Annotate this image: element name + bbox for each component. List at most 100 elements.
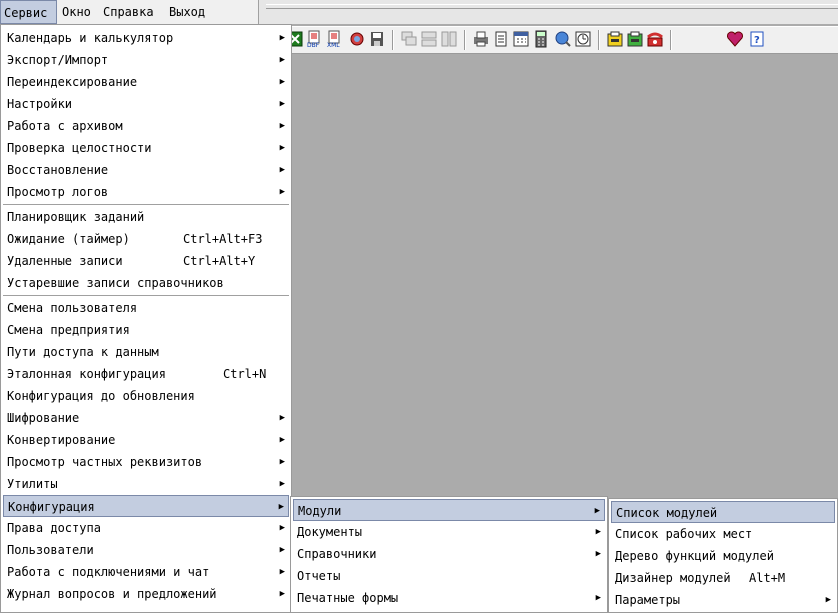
submenu-arrow-icon: ▶ xyxy=(279,121,285,131)
config-menu-item[interactable]: Отчеты xyxy=(293,565,605,587)
config-menu-item[interactable]: Документы ▶ xyxy=(293,521,605,543)
phone-icon[interactable] xyxy=(646,30,664,48)
service-menu-item[interactable]: Пользователи ▶ xyxy=(3,539,289,561)
submenu-arrow-icon: ▶ xyxy=(279,55,285,65)
search-globe-icon[interactable] xyxy=(554,30,572,48)
menu-item-label: Настройки xyxy=(7,97,73,111)
service-menu-item[interactable]: Эталонная конфигурация Ctrl+N xyxy=(3,363,289,385)
svg-text:XML: XML xyxy=(327,42,340,48)
service-menu-item[interactable]: Просмотр частных реквизитов ▶ xyxy=(3,451,289,473)
save-icon[interactable] xyxy=(368,30,386,48)
submenu-arrow-icon: ▶ xyxy=(279,99,285,109)
help-icon[interactable]: ? xyxy=(748,30,766,48)
menu-item-shortcut: Ctrl+Alt+F3 xyxy=(183,232,263,246)
menu-item-label: Конфигурация xyxy=(8,500,95,514)
menu-item-label: Смена предприятия xyxy=(7,323,130,337)
print-icon[interactable] xyxy=(472,30,490,48)
submenu-arrow-icon: ▶ xyxy=(595,527,601,537)
menu-item-label: Модули xyxy=(298,504,342,518)
toolbar-separator xyxy=(598,30,600,50)
service-menu-item[interactable]: Устаревшие записи справочников xyxy=(3,272,289,294)
menu-item-label: Эталонная конфигурация xyxy=(7,367,166,381)
service-menu-item[interactable]: Смена предприятия xyxy=(3,319,289,341)
submenu-arrow-icon: ▶ xyxy=(825,595,831,605)
menu-item-label: Документы xyxy=(297,525,363,539)
globe-icon[interactable] xyxy=(348,30,366,48)
toolbar: DBF XML ? xyxy=(258,26,838,54)
menu-item-label: Пользователи xyxy=(7,543,94,557)
submenu-arrow-icon: ▶ xyxy=(279,187,285,197)
submenu-arrow-icon: ▶ xyxy=(279,413,285,423)
submenu-arrow-icon: ▶ xyxy=(279,567,285,577)
service-menu-item[interactable]: Журнал вопросов и предложений ▶ xyxy=(3,583,289,605)
calendar-icon[interactable] xyxy=(512,30,530,48)
service-menu-item[interactable]: Права доступа ▶ xyxy=(3,517,289,539)
modules-menu-item[interactable]: Параметры ▶ xyxy=(611,589,835,611)
menu-item-label: Переиндексирование xyxy=(7,75,138,89)
modules-submenu: Список модулей Список рабочих мест Дерево … xyxy=(608,498,838,613)
service-menu-item[interactable]: Работа с подключениями и чат ▶ xyxy=(3,561,289,583)
service-menu-item[interactable]: Переиндексирование ▶ xyxy=(3,71,289,93)
menu-item-label: Права доступа xyxy=(7,521,101,535)
menu-item-label: Восстановление xyxy=(7,163,109,177)
menu-item-label: Просмотр логов xyxy=(7,185,109,199)
service-menu-item[interactable]: Работа с архивом ▶ xyxy=(3,115,289,137)
service-menu-item[interactable]: Утилиты ▶ xyxy=(3,473,289,495)
menu-item-label: Печатные формы xyxy=(297,591,399,605)
menu-service[interactable]: Сервис xyxy=(0,0,57,24)
tile-horizontal-icon[interactable] xyxy=(420,30,438,48)
service-menu-item[interactable]: Конфигурация до обновления xyxy=(3,385,289,407)
submenu-arrow-icon: ▶ xyxy=(595,593,601,603)
submenu-arrow-icon: ▶ xyxy=(279,479,285,489)
menu-item-label: Дерево функций модулей xyxy=(615,549,774,563)
service-menu-item[interactable]: Шифрование ▶ xyxy=(3,407,289,429)
service-menu-item[interactable]: Ожидание (таймер) Ctrl+Alt+F3 xyxy=(3,228,289,250)
menu-item-label: Конвертирование xyxy=(7,433,116,447)
menu-item-label: Список рабочих мест xyxy=(615,527,753,541)
menu-exit[interactable]: Выход xyxy=(166,0,208,24)
service-menu-item[interactable]: Экспорт/Импорт ▶ xyxy=(3,49,289,71)
xml-export-icon[interactable]: XML xyxy=(326,30,344,48)
service-menu-item[interactable]: Пути доступа к данным xyxy=(3,341,289,363)
archive-green-icon[interactable] xyxy=(626,30,644,48)
favorites-heart-icon[interactable] xyxy=(726,30,744,48)
service-menu-item[interactable]: Календарь и калькулятор ▶ xyxy=(3,27,289,49)
service-menu-item[interactable]: Конвертирование ▶ xyxy=(3,429,289,451)
document-icon[interactable] xyxy=(492,30,510,48)
menu-item-label: Пути доступа к данным xyxy=(7,345,159,359)
submenu-arrow-icon: ▶ xyxy=(279,523,285,533)
service-menu-item[interactable]: Планировщик заданий xyxy=(3,206,289,228)
menu-item-label: Устаревшие записи справочников xyxy=(7,276,224,290)
service-menu-item[interactable]: Проверка целостности ▶ xyxy=(3,137,289,159)
config-menu-item[interactable]: Модули ▶ xyxy=(293,499,605,521)
toolbar-separator xyxy=(464,30,466,50)
menu-item-shortcut: Ctrl+N xyxy=(223,367,267,381)
menu-item-label: Календарь и калькулятор xyxy=(7,31,174,45)
menu-item-label: Шифрование xyxy=(7,411,80,425)
submenu-arrow-icon: ▶ xyxy=(278,502,284,512)
service-menu-item[interactable]: Просмотр логов ▶ xyxy=(3,181,289,203)
archive-yellow-icon[interactable] xyxy=(606,30,624,48)
modules-menu-item[interactable]: Дизайнер модулей Alt+M xyxy=(611,567,835,589)
calculator-icon[interactable] xyxy=(532,30,550,48)
service-menu: Календарь и калькулятор ▶ Экспорт/Импорт ▶ П… xyxy=(0,24,292,613)
toolbar-grip[interactable] xyxy=(266,4,838,9)
config-menu-item[interactable]: Печатные формы ▶ xyxy=(293,587,605,609)
modules-menu-item[interactable]: Список рабочих мест xyxy=(611,523,835,545)
dbf-export-icon[interactable]: DBF xyxy=(306,30,324,48)
menu-window[interactable]: Окно xyxy=(59,0,94,24)
service-menu-item[interactable]: Восстановление ▶ xyxy=(3,159,289,181)
modules-menu-item[interactable]: Дерево функций модулей xyxy=(611,545,835,567)
menu-item-label: Отчеты xyxy=(297,569,341,583)
service-menu-item[interactable]: Конфигурация ▶ xyxy=(3,495,289,517)
clock-icon[interactable] xyxy=(574,30,592,48)
service-menu-item[interactable]: Смена пользователя xyxy=(3,297,289,319)
tile-vertical-icon[interactable] xyxy=(440,30,458,48)
config-menu-item[interactable]: Справочники ▶ xyxy=(293,543,605,565)
modules-menu-item[interactable]: Список модулей xyxy=(611,501,835,523)
service-menu-item[interactable]: Удаленные записи Ctrl+Alt+Y xyxy=(3,250,289,272)
cascade-windows-icon[interactable] xyxy=(400,30,418,48)
submenu-arrow-icon: ▶ xyxy=(279,589,285,599)
service-menu-item[interactable]: Настройки ▶ xyxy=(3,93,289,115)
menu-help[interactable]: Справка xyxy=(100,0,157,24)
